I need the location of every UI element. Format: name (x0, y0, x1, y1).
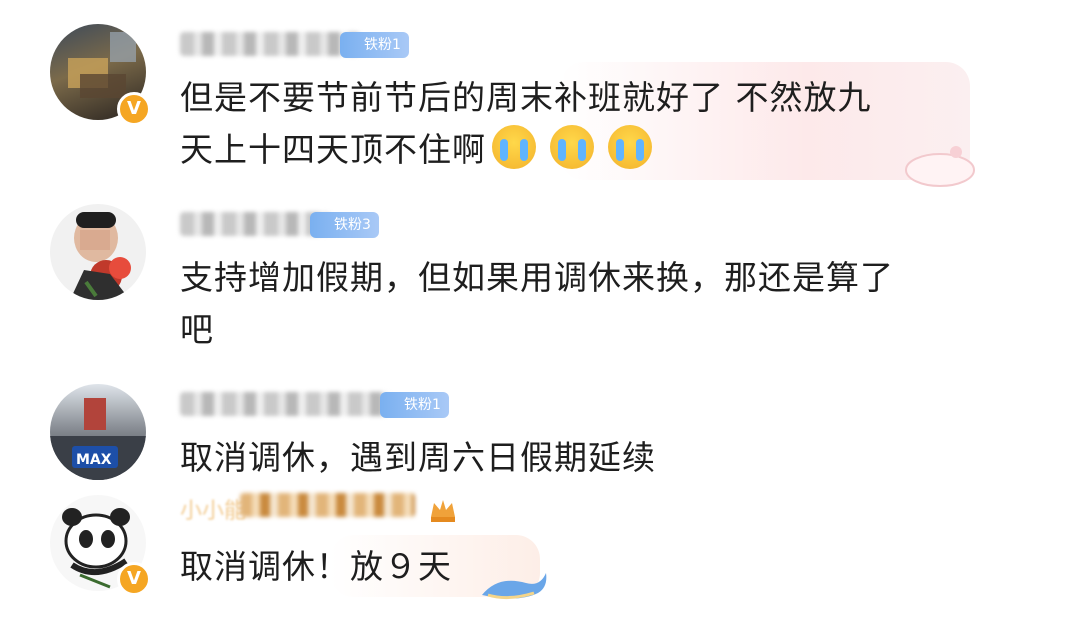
comment-text-line1: 取消调休，遇到周六日假期延续 (180, 438, 656, 477)
comment-text-line1: 但是不要节前节后的周末补班就好了 不然放九 (180, 78, 872, 117)
level-crown-icon (428, 495, 458, 525)
comment-4: V 小小能 取消调休！放９天 (0, 485, 1080, 638)
avatar-text: MAX (76, 452, 112, 468)
comment-3: MAX 铁粉1 取消调休，遇到周六日假期延续 (0, 370, 1080, 490)
comment-text: 取消调休！放９天 (180, 541, 880, 593)
fan-badge: 铁粉3 (310, 212, 379, 238)
comment-text-line1: 取消调休！放９天 (180, 547, 452, 586)
username-blurred[interactable] (180, 32, 360, 56)
comment-2: 铁粉3 支持增加假期，但如果用调休来换，那还是算了 吧 (0, 190, 1080, 370)
crying-emoji-icon (608, 125, 652, 169)
fan-badge: 铁粉1 (340, 32, 409, 58)
comment-text: 支持增加假期，但如果用调休来换，那还是算了 吧 (180, 252, 980, 356)
username-blurred[interactable] (180, 212, 330, 236)
comment-text-line2: 吧 (180, 310, 214, 349)
crying-emoji-icon (550, 125, 594, 169)
fan-badge-label: 铁粉1 (404, 397, 441, 413)
comment-text-line1: 支持增加假期，但如果用调休来换，那还是算了 (180, 258, 894, 297)
comment-1: V 铁粉1 但是不要节前节后的周末补班就好了 不然放九 天上十四天顶不住啊 (0, 0, 1080, 190)
crying-emoji-icon (492, 125, 536, 169)
comment-text: 但是不要节前节后的周末补班就好了 不然放九 天上十四天顶不住啊 (180, 72, 960, 176)
comment-text-line2-text: 天上十四天顶不住啊 (180, 130, 486, 169)
username-blurred[interactable] (240, 493, 415, 517)
avatar[interactable] (50, 204, 146, 300)
username-blurred[interactable] (180, 392, 390, 416)
fan-badge-label: 铁粉1 (364, 37, 401, 53)
username-partial[interactable]: 小小能 (180, 493, 246, 525)
verified-icon: V (117, 562, 151, 596)
comment-text-line2: 天上十四天顶不住啊 (180, 124, 960, 176)
comment-text: 取消调休，遇到周六日假期延续 (180, 432, 980, 484)
verified-icon: V (117, 92, 151, 126)
username-partial-text: 小小能 (180, 499, 247, 524)
fan-badge-label: 铁粉3 (334, 217, 371, 233)
fan-badge: 铁粉1 (380, 392, 449, 418)
